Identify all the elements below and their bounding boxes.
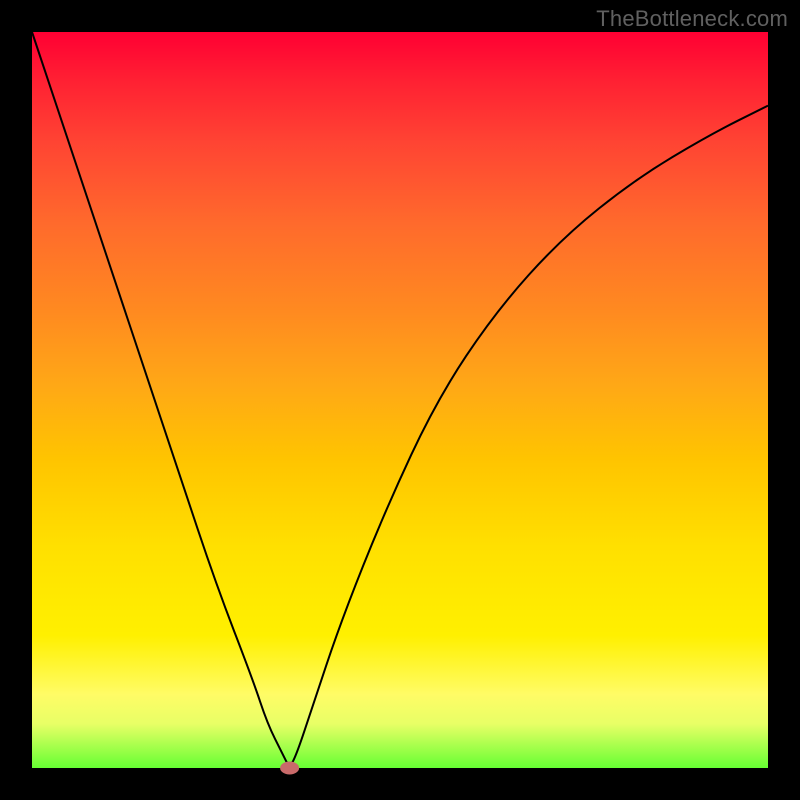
chart-frame: TheBottleneck.com (0, 0, 800, 800)
curve-layer (32, 32, 768, 768)
minimum-marker (281, 762, 299, 774)
plot-area (32, 32, 768, 768)
bottleneck-curve (32, 32, 768, 764)
watermark-text: TheBottleneck.com (596, 6, 788, 32)
